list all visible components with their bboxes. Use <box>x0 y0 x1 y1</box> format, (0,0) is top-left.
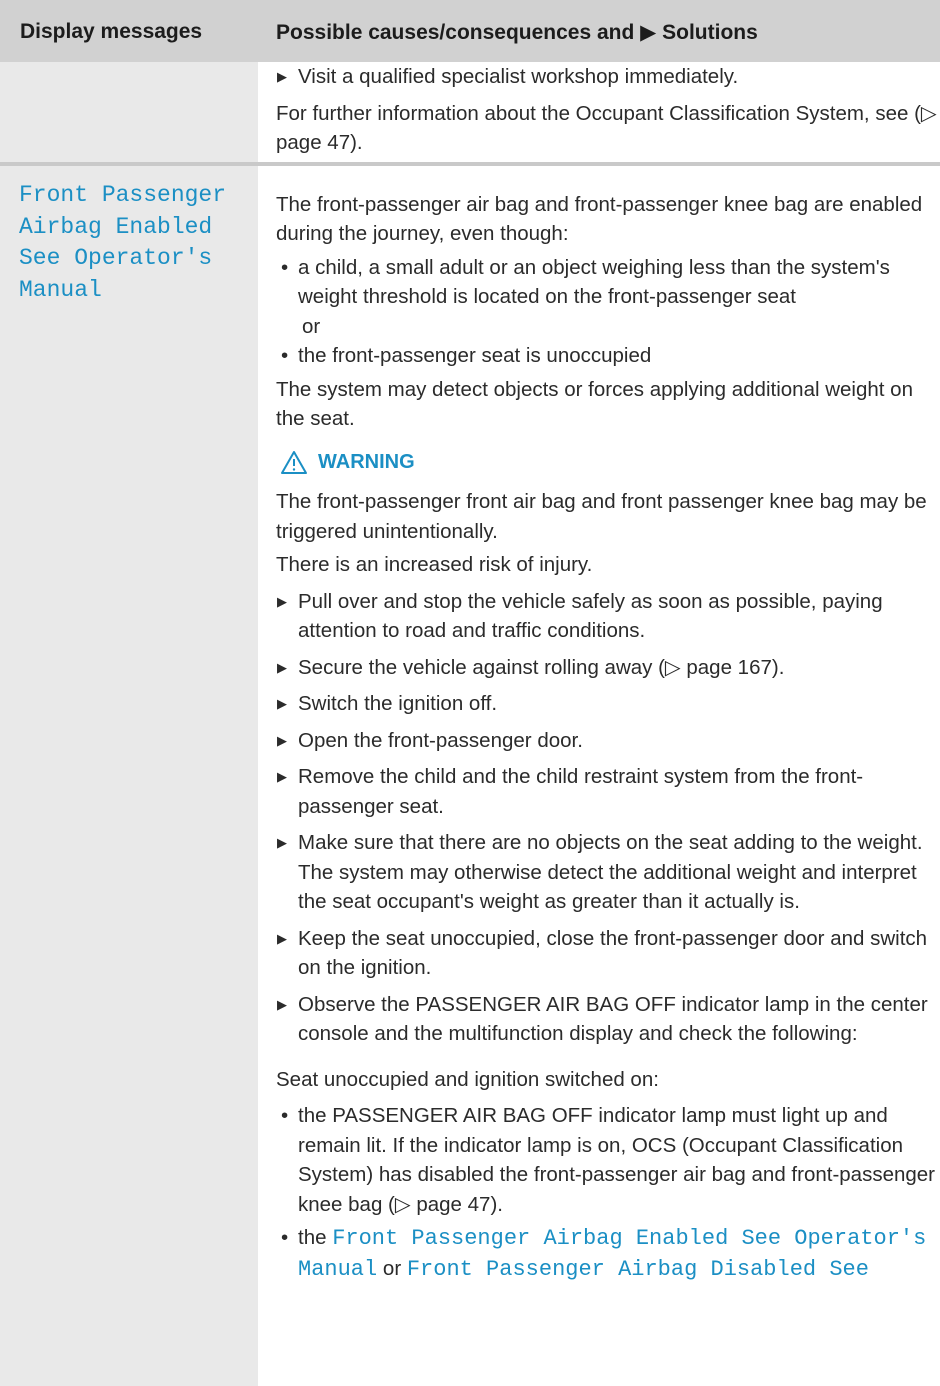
solution-note: The system may otherwise detect the addi… <box>298 860 917 914</box>
solution-step: Pull over and stop the vehicle safely as… <box>276 587 940 646</box>
display-message-inline: Front Passenger Airbag Disabled See <box>406 1256 869 1282</box>
ocs-info-text: For further information about the Occupa… <box>276 101 937 155</box>
display-message-line: See Operator's <box>19 245 213 271</box>
solution-step: Observe the PASSENGER AIR BAG OFF indica… <box>276 990 940 1049</box>
solution-step: Secure the vehicle against rolling away … <box>276 653 940 683</box>
display-message-line: Front Passenger <box>19 182 227 208</box>
solution-step: Visit a qualified specialist workshop im… <box>276 62 940 92</box>
manual-page: Display messages Possible causes/consequ… <box>0 0 940 1386</box>
row2-message-cell <box>0 166 258 1386</box>
or-text: or <box>302 314 321 338</box>
solution-step: Keep the seat unoccupied, close the fron… <box>276 924 940 983</box>
check-text: the <box>298 1226 333 1249</box>
solution-step: Switch the ignition off. <box>276 689 940 719</box>
table-header: Display messages Possible causes/consequ… <box>0 0 940 62</box>
risk-text: There is an increased risk of injury. <box>276 553 593 576</box>
detect-text: The system may detect objects or forces … <box>276 377 913 431</box>
display-message-line: Manual <box>19 276 102 303</box>
warning-label: WARNING <box>318 450 415 473</box>
header-causes-solutions: Possible causes/consequences and ▶ Solut… <box>276 21 758 44</box>
check-text: or <box>377 1256 407 1280</box>
causes-solutions-column: Visit a qualified specialist workshop im… <box>276 62 940 1284</box>
cause-intro: The front-passenger air bag and front-pa… <box>276 192 923 246</box>
display-message-front-passenger-airbag-enabled: Front Passenger Airbag Enabled See Opera… <box>19 180 226 306</box>
cause-condition: a child, a small adult or an object weig… <box>276 253 940 312</box>
check-item: the Front Passenger Airbag Enabled See O… <box>276 1223 940 1284</box>
warning-triangle-icon <box>281 450 307 474</box>
solution-step: Open the front-passenger door. <box>276 726 940 756</box>
cause-condition: the front-passenger seat is unoccupied <box>276 341 940 371</box>
warning-text: The front-passenger front air bag and fr… <box>276 490 927 543</box>
solution-step: Make sure that there are no objects on t… <box>276 828 940 858</box>
check-item: the PASSENGER AIR BAG OFF indicator lamp… <box>276 1101 940 1219</box>
seat-state-text: Seat unoccupied and ignition switched on… <box>276 1067 659 1091</box>
display-message-line: Airbag Enabled <box>19 213 213 240</box>
header-display-messages: Display messages <box>20 20 203 43</box>
solution-step: Remove the child and the child restraint… <box>276 762 940 821</box>
warning-heading: WARNING <box>276 448 940 478</box>
row1-message-cell <box>0 62 258 162</box>
